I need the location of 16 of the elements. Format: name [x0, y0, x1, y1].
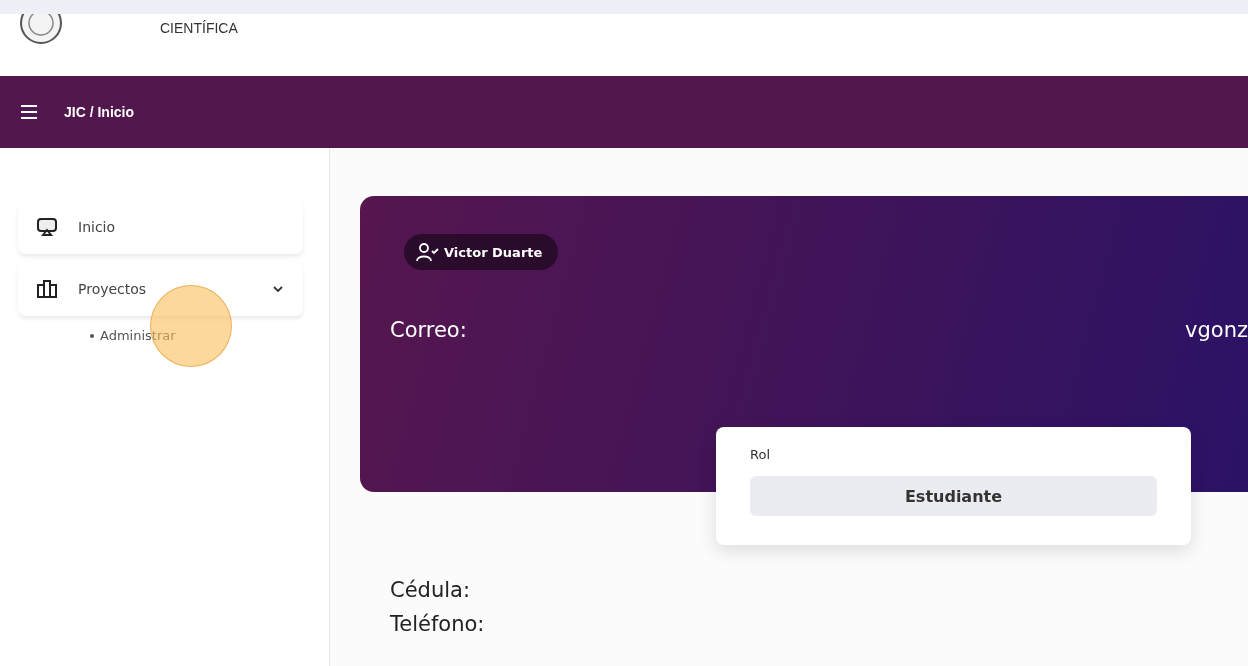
- breadcrumb: JIC / Inicio: [64, 104, 134, 120]
- brand-subtitle: CIENTÍFICA: [160, 20, 238, 36]
- field-label: Cédula:: [390, 578, 471, 602]
- sidebar-item[interactable]: Inicio: [18, 200, 303, 254]
- role-value: Estudiante: [750, 476, 1157, 516]
- email-label: Correo:: [390, 318, 467, 342]
- bullet-icon: [90, 333, 94, 338]
- role-label: Rol: [750, 447, 771, 462]
- user-name: Victor Duarte: [444, 244, 543, 260]
- email-value: vgonz: [1185, 318, 1248, 342]
- sidebar-item[interactable]: Proyectos: [18, 262, 303, 316]
- field-label: Teléfono:: [390, 612, 486, 636]
- columns-icon: [36, 279, 58, 299]
- user-check-icon: [416, 242, 440, 262]
- menu-icon[interactable]: [20, 105, 38, 119]
- screen-icon: [36, 217, 58, 237]
